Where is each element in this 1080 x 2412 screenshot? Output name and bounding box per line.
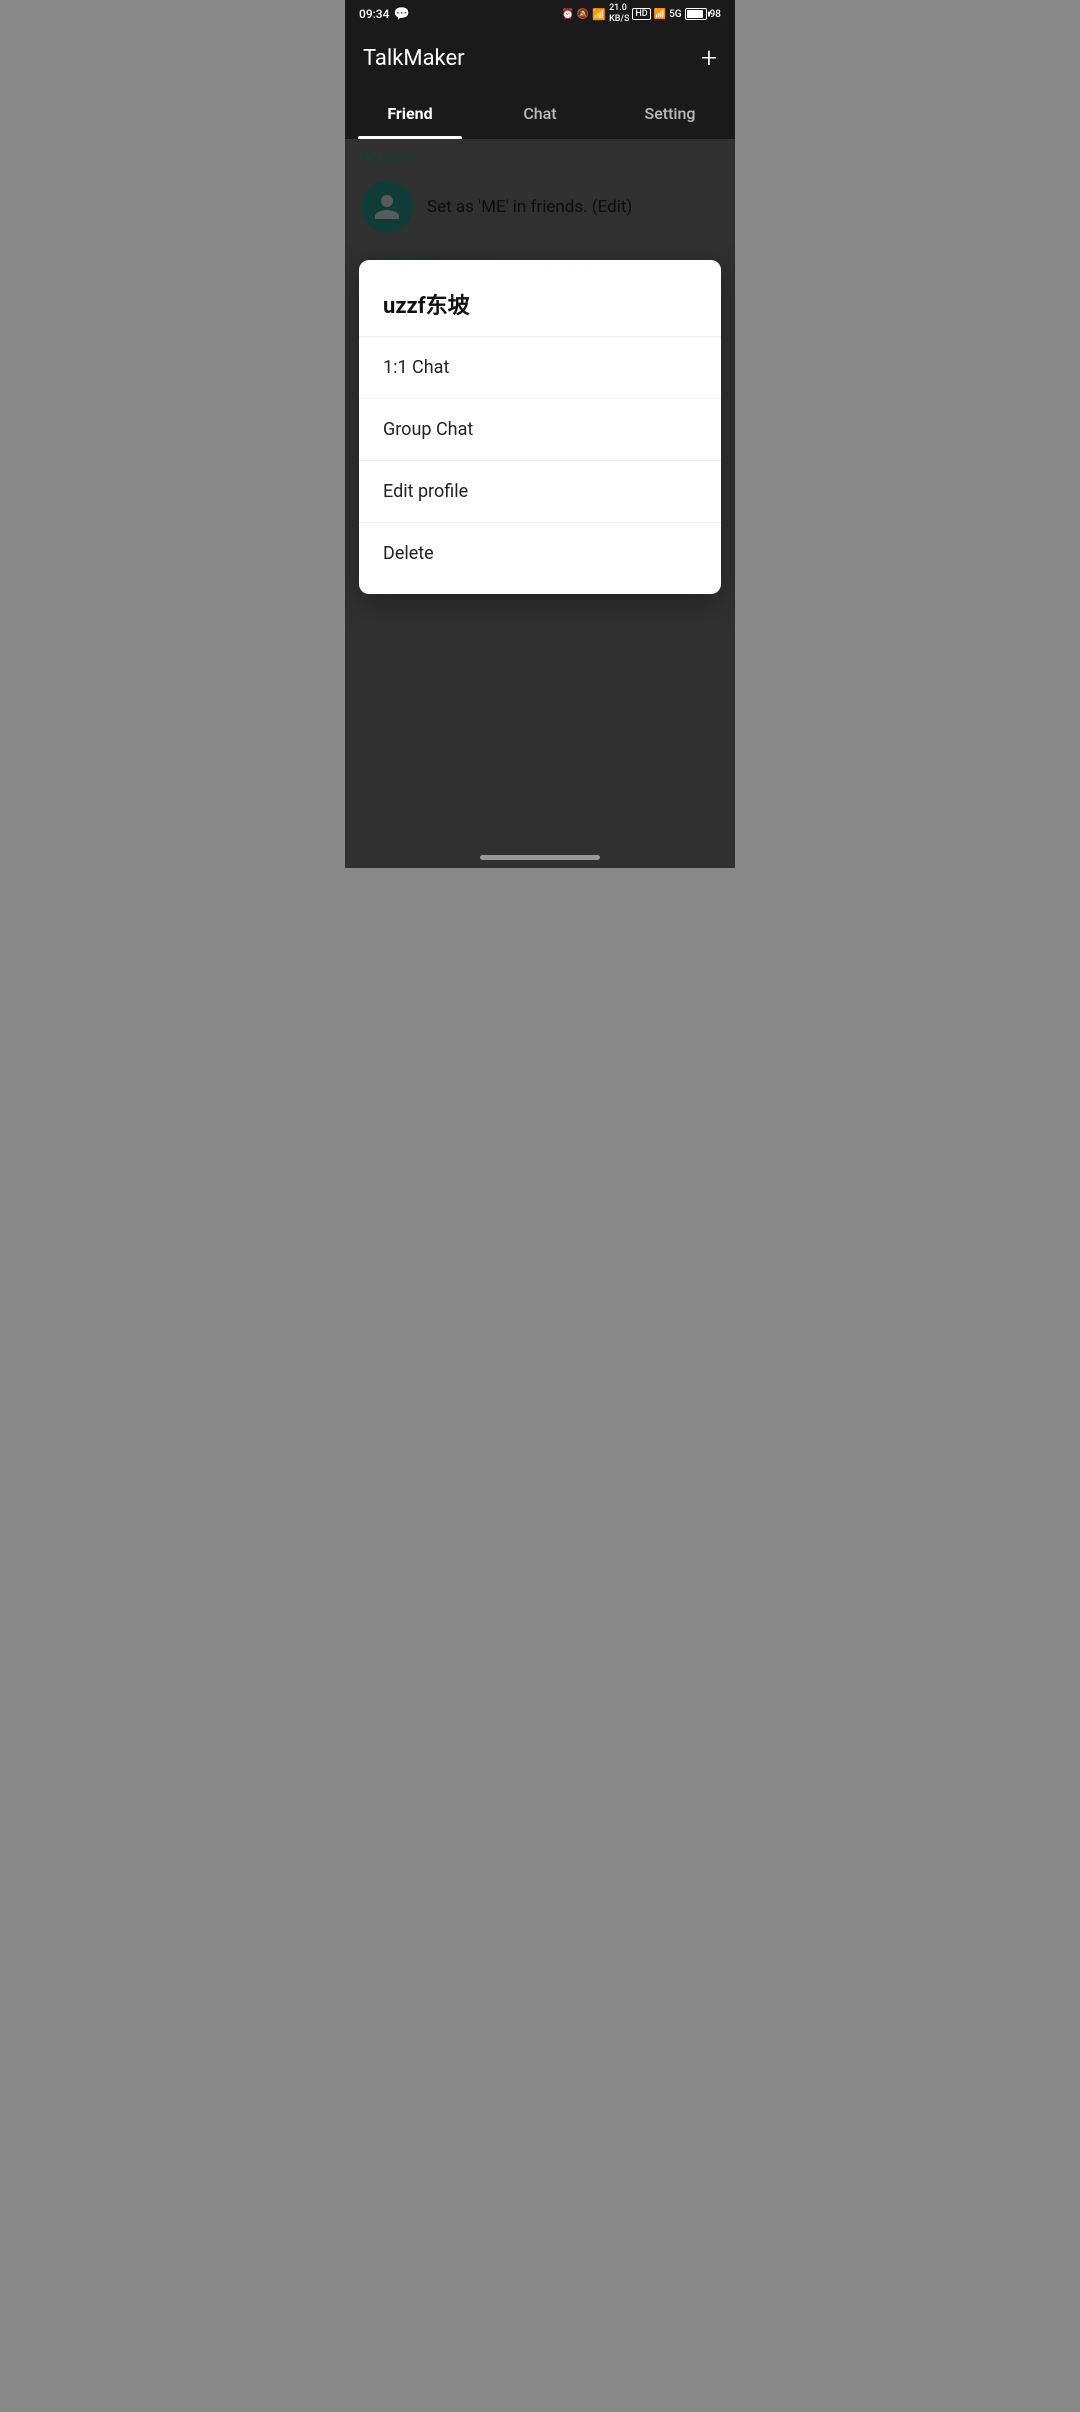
app-title: TalkMaker <box>363 46 465 71</box>
tab-chat-label: Chat <box>523 104 556 123</box>
tab-chat[interactable]: Chat <box>475 88 605 139</box>
status-icons: ⏰ 🔕 📶 21.0KB/S HD 📶 5G 98 <box>561 3 721 25</box>
content-area: My profile Set as 'ME' in friends. (Edit… <box>345 140 735 868</box>
alarm-icon: ⏰ <box>561 9 573 20</box>
wifi-icon: 📶 <box>654 9 666 20</box>
menu-item-one-to-one-chat[interactable]: 1:1 Chat <box>359 336 721 398</box>
message-notification-icon: 💬 <box>393 7 409 22</box>
tab-friend[interactable]: Friend <box>345 88 475 139</box>
hd-badge: HD <box>632 8 650 20</box>
add-button[interactable]: + <box>701 44 717 72</box>
bluetooth-icon: 📶 <box>592 8 606 21</box>
menu-item-delete[interactable]: Delete <box>359 522 721 584</box>
app-bar: TalkMaker + <box>345 28 735 88</box>
tabs-bar: Friend Chat Setting <box>345 88 735 140</box>
status-time-area: 09:34 💬 <box>359 7 410 22</box>
mute-icon: 🔕 <box>577 9 589 20</box>
tab-friend-label: Friend <box>387 104 432 123</box>
signal-5g-icon: 5G <box>669 9 682 20</box>
context-menu-title: uzzf东坡 <box>359 270 721 336</box>
home-indicator <box>480 855 600 860</box>
tab-setting[interactable]: Setting <box>605 88 735 139</box>
menu-item-group-chat[interactable]: Group Chat <box>359 398 721 460</box>
status-time: 09:34 <box>359 7 389 21</box>
tab-setting-label: Setting <box>645 104 696 123</box>
battery-icon <box>685 8 707 20</box>
speed-indicator: 21.0KB/S <box>609 3 629 25</box>
battery-percent: 98 <box>710 9 721 20</box>
battery-fill <box>687 10 703 18</box>
status-bar: 09:34 💬 ⏰ 🔕 📶 21.0KB/S HD 📶 5G 98 <box>345 0 735 28</box>
menu-item-edit-profile[interactable]: Edit profile <box>359 460 721 522</box>
context-menu: uzzf东坡 1:1 Chat Group Chat Edit profile … <box>359 260 721 594</box>
